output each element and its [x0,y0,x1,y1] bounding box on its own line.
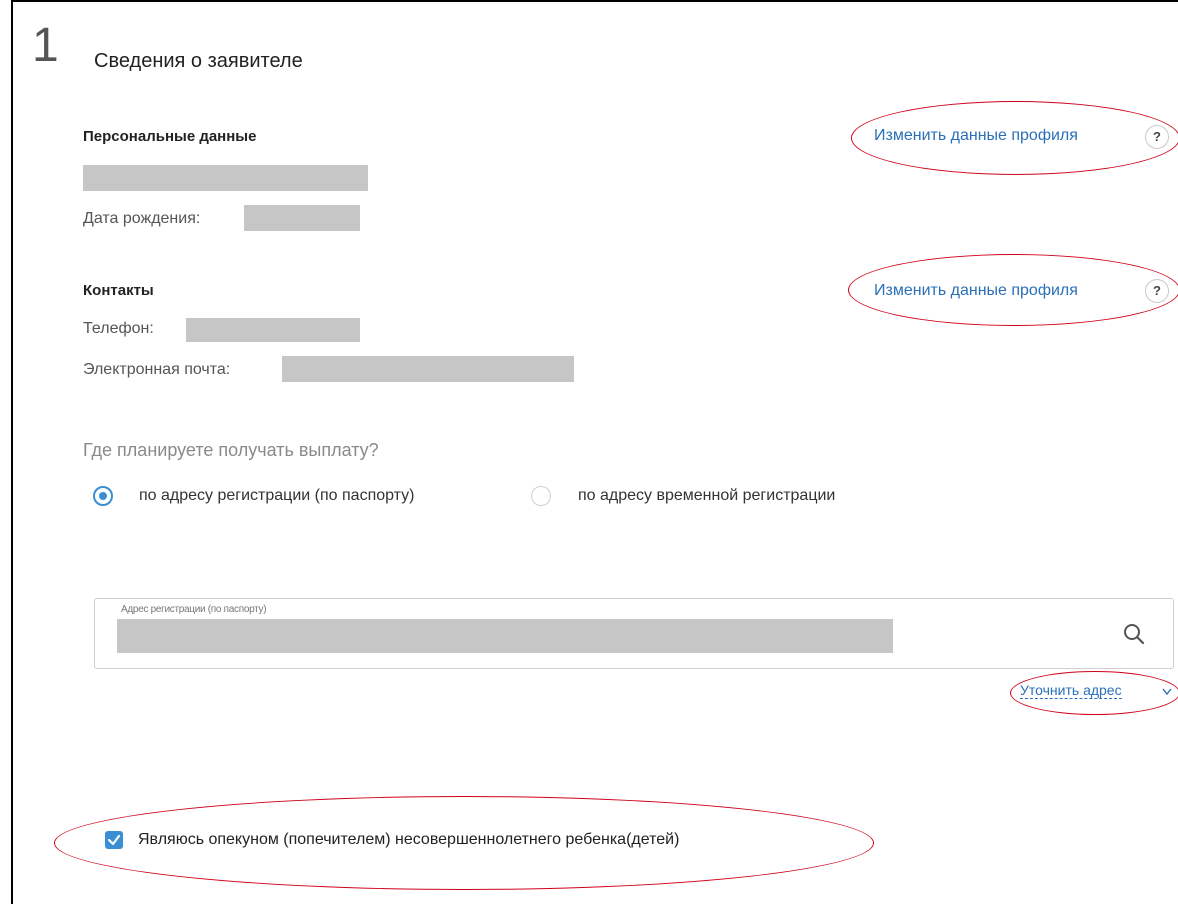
email-label: Электронная почта: [83,361,231,378]
redacted-address-value [117,619,893,653]
help-icon[interactable]: ? [1145,279,1169,303]
radio-temporary-address[interactable] [531,486,551,506]
section-title: Сведения о заявителе [94,50,303,72]
frame-border-top [11,0,1178,2]
personal-data-heading: Персональные данные [83,128,257,145]
guardian-checkbox-label[interactable]: Являюсь опекуном (попечителем) несоверше… [138,831,679,849]
guardian-checkbox[interactable] [105,831,123,849]
address-input[interactable]: Адрес регистрации (по паспорту) [94,598,1174,669]
redacted-phone [186,318,360,342]
radio-registration-address[interactable] [93,486,113,506]
radio-label-temporary-address[interactable]: по адресу временной регистрации [578,487,835,505]
address-field-label: Адрес регистрации (по паспорту) [121,604,267,615]
refine-address-link[interactable]: Уточнить адрес [1020,682,1122,699]
search-icon[interactable] [1123,623,1145,645]
redacted-birth-date [244,205,360,231]
redacted-full-name [83,165,368,191]
step-number: 1 [32,19,59,72]
edit-profile-link-contacts[interactable]: Изменить данные профиля [874,282,1078,300]
chevron-down-icon[interactable] [1162,688,1172,696]
phone-label: Телефон: [83,320,154,337]
redacted-email [282,356,574,382]
check-icon [107,834,121,846]
contacts-heading: Контакты [83,282,154,299]
help-icon[interactable]: ? [1145,125,1169,149]
birth-date-label: Дата рождения: [83,210,201,227]
frame-border-left [11,0,13,904]
payment-question: Где планируете получать выплату? [83,440,379,460]
radio-label-registration-address[interactable]: по адресу регистрации (по паспорту) [139,487,415,505]
edit-profile-link-personal[interactable]: Изменить данные профиля [874,127,1078,145]
applicant-form: 1 Сведения о заявителе Персональные данн… [0,0,1178,904]
